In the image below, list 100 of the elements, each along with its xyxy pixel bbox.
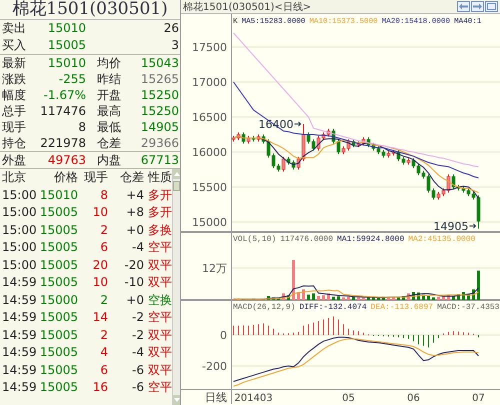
- trade-price: 15005: [38, 239, 78, 256]
- trade-price: 15010: [38, 186, 78, 204]
- trade-price: 15005: [38, 204, 78, 221]
- date-label: 06: [407, 393, 420, 404]
- trade-time: 14:59: [2, 379, 36, 396]
- axis-label: 17000: [192, 76, 227, 89]
- trade-volume: 2: [99, 292, 108, 308]
- maximize-button[interactable]: [485, 1, 498, 12]
- instrument-title: 棉花1501(030501): [0, 0, 180, 20]
- axis-label: 16500: [192, 110, 227, 124]
- stat-value: 14905: [140, 119, 179, 135]
- trade-type: 空平: [147, 309, 172, 326]
- stat-label: 持仓: [2, 135, 27, 151]
- trade-oi-change: +4: [125, 186, 144, 204]
- trade-volume: 10: [92, 204, 108, 221]
- stat-label: 最高: [97, 103, 122, 119]
- stat-label: 均价: [97, 55, 122, 71]
- scrollbar-thumb[interactable]: [173, 181, 180, 191]
- axis-label: 0: [220, 329, 227, 342]
- legend-text: MA2:45135.0000: [408, 235, 476, 244]
- legend-text: VOL(5,10): [233, 235, 276, 244]
- trade-time: 14:59: [2, 274, 36, 291]
- stat-value: -255: [58, 71, 86, 87]
- stat-value: -1.67%: [42, 87, 86, 103]
- trade-type: 双平: [147, 344, 172, 361]
- trade-oi-change: +8: [125, 204, 144, 221]
- column-header: 仓差: [119, 169, 144, 186]
- stat-label: 昨结: [97, 71, 122, 87]
- stat-value: 8: [77, 119, 86, 135]
- quote-volume: 3: [170, 37, 179, 54]
- stat-label: 幅度: [2, 87, 27, 103]
- axis-label: 16000: [192, 146, 227, 159]
- scroll-down-button[interactable]: [173, 395, 180, 405]
- down-arrow-icon: [174, 398, 180, 402]
- trade-type: 空平: [147, 239, 172, 256]
- scroll-left-button[interactable]: [457, 1, 470, 12]
- trade-time: 14:59: [2, 326, 36, 344]
- stat-value: 15250: [140, 87, 179, 103]
- trade-price: 15005: [38, 379, 78, 396]
- axis-label: 17500: [192, 40, 227, 54]
- axis-label: 15500: [192, 180, 227, 194]
- stat-label: 涨跌: [2, 71, 27, 87]
- stat-value: 15043: [140, 55, 179, 71]
- stat-value: 15010: [46, 55, 86, 71]
- price-annotation: 14905: [434, 220, 468, 232]
- stat-label: 仓差: [97, 135, 122, 151]
- trade-oi-change: -2: [131, 309, 144, 326]
- trade-oi-change: -6: [131, 362, 144, 378]
- trade-time: 14:59: [2, 292, 36, 308]
- stat-value: 221978: [39, 135, 86, 151]
- left-arrow-icon: [459, 3, 468, 10]
- pointer-arrow: [469, 224, 476, 228]
- trade-type: 双平: [147, 362, 172, 378]
- right-arrow-icon: [473, 3, 482, 10]
- stat-value: 15265: [140, 71, 179, 87]
- trade-type: 双平: [147, 326, 172, 344]
- trade-oi-change: -20: [123, 256, 144, 274]
- stat-label: 开盘: [97, 87, 122, 103]
- column-header: 价格: [53, 169, 78, 186]
- axis-label: -200: [202, 360, 227, 373]
- trade-volume: 2: [99, 222, 108, 238]
- trade-volume: 10: [92, 274, 108, 291]
- period-label: 日线: [205, 391, 227, 404]
- trade-time: 15:00: [2, 256, 36, 274]
- trade-volume: 20: [92, 256, 108, 274]
- stat-value: 49763: [46, 152, 86, 168]
- trade-time: 14:59: [2, 362, 36, 378]
- trade-volume: 4: [99, 344, 108, 361]
- trade-time: 15:00: [2, 186, 36, 204]
- column-header: 性质: [146, 169, 172, 186]
- stat-label: 总手: [2, 103, 27, 119]
- quote-price: 15010: [46, 20, 86, 37]
- legend-text: MACD:-37.4353: [437, 303, 500, 312]
- trade-oi-change: +0: [125, 222, 144, 238]
- scroll-up-button[interactable]: [173, 169, 180, 179]
- legend-text: DIFF:-132.4074: [299, 303, 367, 312]
- trade-price: 15005: [38, 344, 78, 361]
- stat-label: 外盘: [2, 152, 27, 168]
- scroll-right-button[interactable]: [471, 1, 484, 12]
- trade-time: 15:00: [2, 239, 36, 256]
- trade-type: 多换: [147, 222, 172, 238]
- trade-oi-change: -4: [131, 239, 144, 256]
- trade-type: 双平: [147, 256, 172, 274]
- stat-value: 67713: [140, 152, 179, 168]
- date-label: 07: [472, 393, 485, 404]
- trade-type: 空平: [147, 379, 172, 396]
- trade-price: 15005: [38, 362, 78, 378]
- trade-time: 14:59: [2, 344, 36, 361]
- trade-volume: 8: [99, 186, 108, 204]
- trade-oi-change: -6: [131, 379, 144, 396]
- chart-title: 棉花1501(030501)<日线>: [183, 0, 312, 14]
- trade-volume: 6: [99, 239, 108, 256]
- trade-price: 15005: [38, 222, 78, 238]
- legend-text: MA1:59924.8000: [337, 235, 404, 244]
- quote-price: 15005: [46, 37, 86, 54]
- stat-label: 内盘: [97, 152, 122, 168]
- trade-oi-change: +0: [125, 292, 144, 308]
- trade-type: 空换: [147, 292, 172, 308]
- date-label: 201403: [234, 393, 273, 404]
- legend-text: DEA:-113.6897: [370, 303, 434, 312]
